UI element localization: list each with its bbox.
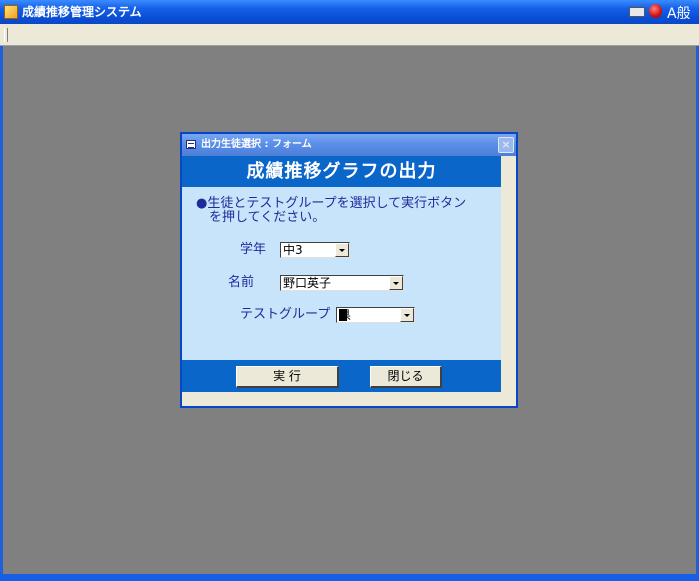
test-group-value-text: 県 <box>339 308 352 322</box>
dialog-right-strip <box>501 156 516 392</box>
close-icon[interactable]: × <box>498 137 514 153</box>
toolbar <box>0 24 699 46</box>
window-bottom-border <box>0 574 699 581</box>
name-combo[interactable]: 野口英子 <box>280 275 404 291</box>
close-button[interactable]: 閉じる <box>370 366 442 388</box>
name-value: 野口英子 <box>283 276 332 290</box>
grade-combo[interactable]: 中3 <box>280 242 350 258</box>
chevron-down-icon[interactable] <box>389 276 403 290</box>
app-titlebar[interactable]: 成績推移管理システム A般 <box>0 0 699 24</box>
output-student-select-dialog: 出力生徒選択 : フォーム × 成績推移グラフの出力 ●生徒とテストグループを選… <box>180 132 518 408</box>
grade-value: 中3 <box>283 243 303 257</box>
test-group-value: 県 <box>339 308 351 322</box>
tray-area: A般 <box>623 0 699 24</box>
ime-icon[interactable] <box>649 4 662 18</box>
toolbar-grip[interactable] <box>4 28 8 42</box>
app-icon <box>4 5 18 19</box>
app-title: 成績推移管理システム <box>22 5 142 19</box>
grade-label: 学年 <box>240 242 267 257</box>
ime-mode-indicator[interactable]: A般 <box>667 3 691 23</box>
chevron-down-icon[interactable] <box>400 308 414 322</box>
form-icon <box>186 140 196 149</box>
window-left-border <box>0 46 3 574</box>
form-header: 成績推移グラフの出力 <box>182 156 501 187</box>
dialog-title: 出力生徒選択 : フォーム <box>201 139 312 150</box>
form-footer: 実 行 閉じる <box>182 360 501 392</box>
instruction-text: ●生徒とテストグループを選択して実行ボタン を押してください。 <box>196 197 496 225</box>
test-group-combo[interactable]: 県 <box>336 307 415 323</box>
keyboard-icon[interactable] <box>629 7 645 17</box>
run-button[interactable]: 実 行 <box>236 366 339 388</box>
form-content: ●生徒とテストグループを選択して実行ボタン を押してください。 学年 中3 名前… <box>182 187 501 360</box>
dialog-titlebar[interactable]: 出力生徒選択 : フォーム × <box>182 134 516 156</box>
instruction-line-2: を押してください。 <box>209 210 326 225</box>
test-group-label: テストグループ <box>240 307 331 322</box>
chevron-down-icon[interactable] <box>335 243 349 257</box>
dialog-bottom-strip <box>182 392 516 406</box>
instruction-bullet: ● <box>196 196 208 211</box>
name-label: 名前 <box>228 275 255 290</box>
form-heading: 成績推移グラフの出力 <box>246 161 437 182</box>
instruction-line-1: 生徒とテストグループを選択して実行ボタン <box>207 196 467 211</box>
